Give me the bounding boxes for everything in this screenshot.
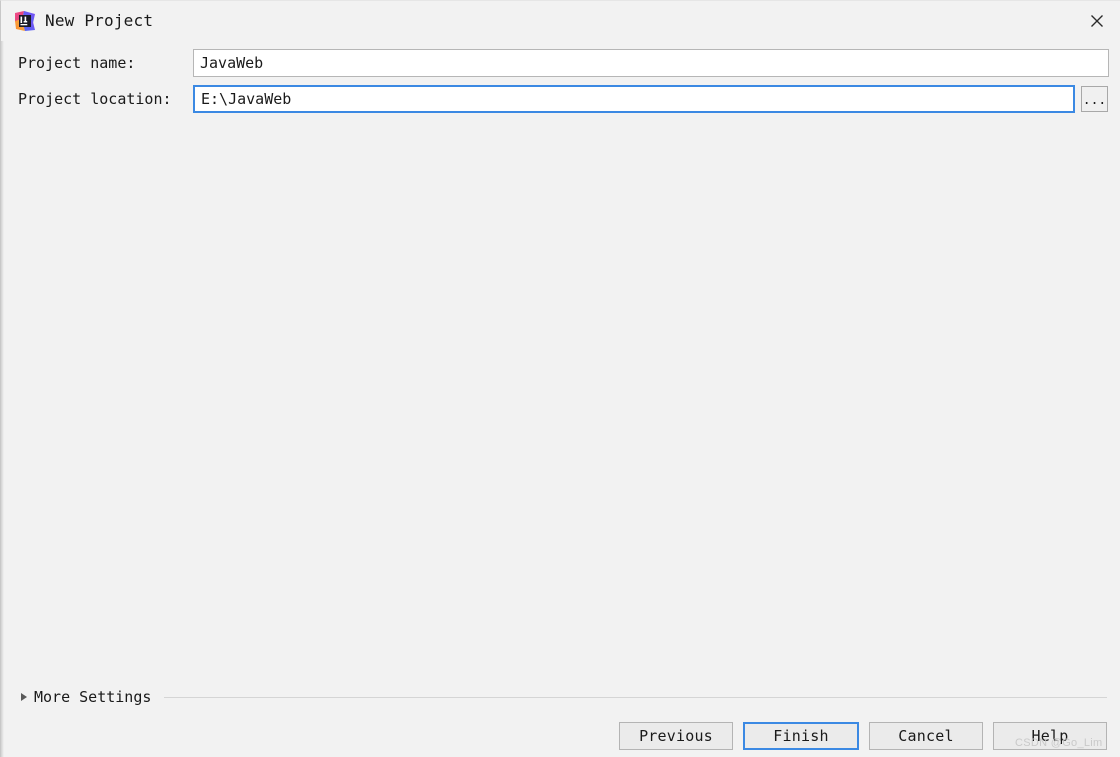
dialog-button-bar: Previous Finish Cancel Help (1, 722, 1120, 757)
project-location-label: Project location: (18, 90, 172, 108)
close-button[interactable] (1073, 1, 1120, 41)
browse-folder-button[interactable]: ... (1081, 86, 1108, 112)
project-name-label: Project name: (18, 54, 136, 72)
title-bar: New Project (1, 1, 1120, 41)
cancel-button[interactable]: Cancel (869, 722, 983, 750)
chevron-right-icon (17, 690, 31, 704)
new-project-dialog: New Project Project name: Project locati… (0, 0, 1120, 757)
help-button[interactable]: Help (993, 722, 1107, 750)
previous-button[interactable]: Previous (619, 722, 733, 750)
project-location-input[interactable] (193, 85, 1075, 113)
finish-button[interactable]: Finish (743, 722, 859, 750)
window-title: New Project (45, 11, 154, 30)
more-settings-label: More Settings (34, 688, 152, 706)
more-settings-separator (164, 696, 1107, 698)
close-icon (1091, 15, 1103, 27)
project-name-input[interactable] (193, 49, 1109, 77)
more-settings-toggle[interactable]: More Settings (17, 686, 1107, 708)
intellij-idea-icon (15, 11, 35, 31)
